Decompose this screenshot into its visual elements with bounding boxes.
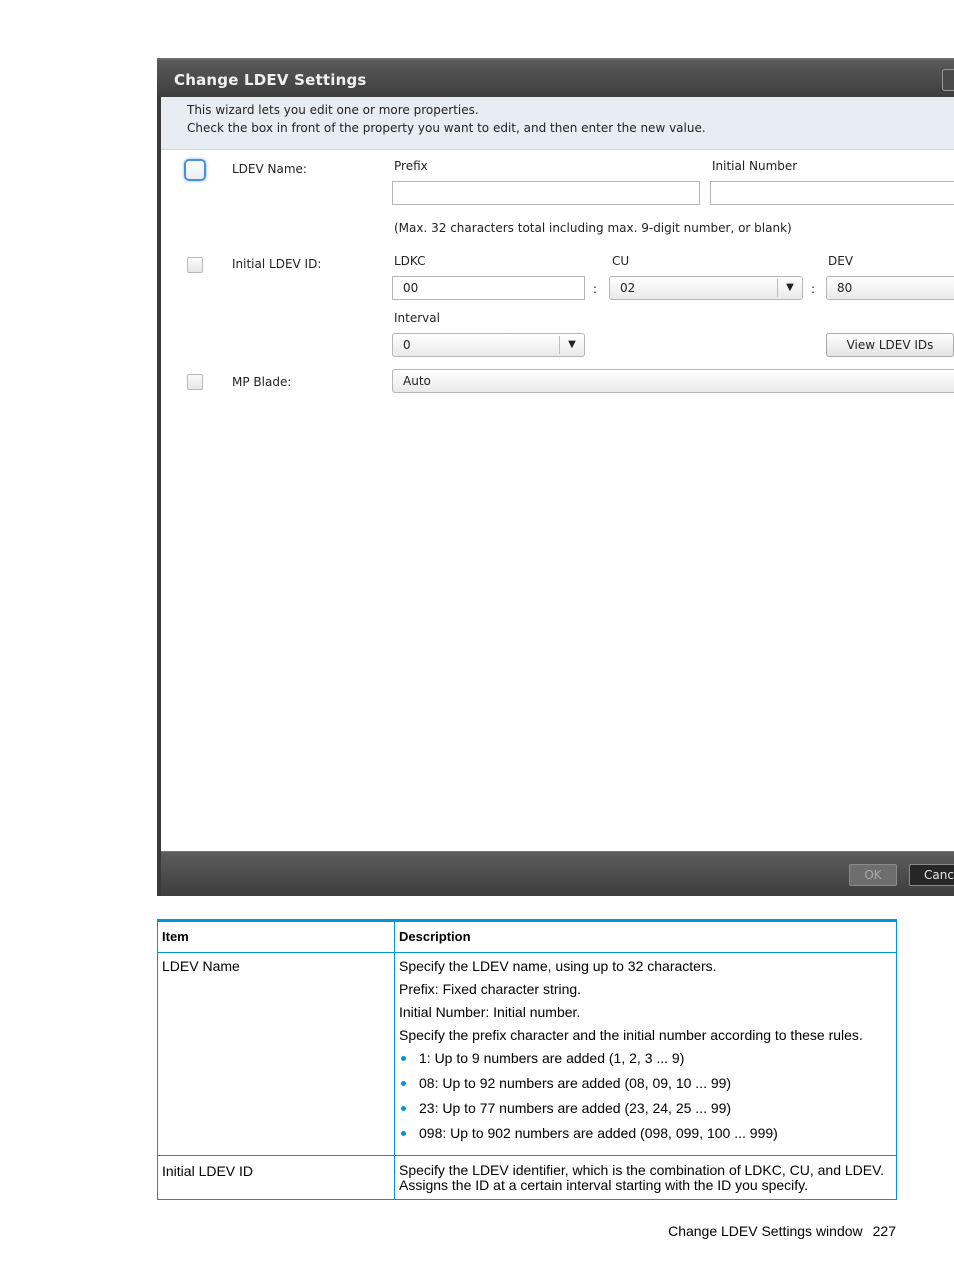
ldev-name-checkbox[interactable] bbox=[184, 159, 206, 181]
ldkc-cu-separator: : bbox=[593, 282, 598, 296]
dev-select-value: 80 bbox=[837, 281, 853, 295]
rules-list: 1: Up to 9 numbers are added (1, 2, 3 ..… bbox=[399, 1050, 892, 1141]
ldev-name-hint: (Max. 32 characters total including max.… bbox=[394, 221, 792, 235]
interval-select-value: 0 bbox=[403, 338, 411, 352]
description-paragraph: Initial Number: Initial number. bbox=[399, 1004, 581, 1020]
list-item: 098: Up to 902 numbers are added (098, 0… bbox=[399, 1125, 892, 1141]
description-paragraph: Specify the LDEV identifier, which is th… bbox=[399, 1162, 885, 1178]
ldkc-input[interactable]: 00 bbox=[392, 276, 585, 300]
row-description-initial-ldev-id: Specify the LDEV identifier, which is th… bbox=[394, 1155, 897, 1200]
initial-ldev-id-label: Initial LDEV ID: bbox=[232, 257, 322, 271]
row-item-initial-ldev-id: Initial LDEV ID bbox=[157, 1155, 395, 1200]
initial-ldev-id-checkbox[interactable] bbox=[187, 257, 203, 273]
prefix-label: Prefix bbox=[394, 159, 428, 173]
window-title: Change LDEV Settings bbox=[174, 71, 367, 89]
dev-select[interactable]: 80 bbox=[826, 276, 954, 300]
table-header-row: Item Description bbox=[157, 920, 897, 953]
description-paragraph: Specify the LDEV name, using up to 32 ch… bbox=[399, 958, 717, 974]
ldev-name-label: LDEV Name: bbox=[232, 162, 307, 176]
mp-blade-select[interactable]: Auto bbox=[392, 369, 954, 393]
description-paragraph: Assigns the ID at a certain interval sta… bbox=[399, 1177, 809, 1193]
ok-button[interactable]: OK bbox=[849, 864, 897, 886]
initial-number-input[interactable] bbox=[710, 181, 954, 205]
page-footer: Change LDEV Settings window 227 bbox=[668, 1223, 896, 1239]
chevron-down-icon[interactable]: ▼ bbox=[777, 279, 802, 297]
list-item: 23: Up to 77 numbers are added (23, 24, … bbox=[399, 1100, 892, 1116]
change-ldev-settings-window: Change LDEV Settings This wizard lets yo… bbox=[157, 58, 954, 896]
cu-select[interactable]: 02 ▼ bbox=[609, 276, 803, 300]
description-paragraph: Specify the prefix character and the ini… bbox=[399, 1027, 863, 1043]
mp-blade-select-value: Auto bbox=[403, 374, 431, 388]
cu-select-value: 02 bbox=[620, 281, 636, 295]
window-body: This wizard lets you edit one or more pr… bbox=[161, 97, 954, 851]
window-footer: OK Canc bbox=[161, 851, 954, 896]
description-table: Item Description LDEV Name Specify the L… bbox=[157, 919, 897, 1200]
description-paragraph: Prefix: Fixed character string. bbox=[399, 981, 582, 997]
window-title-bar: Change LDEV Settings bbox=[157, 58, 954, 97]
interval-select[interactable]: 0 ▼ bbox=[392, 333, 585, 357]
mp-blade-checkbox[interactable] bbox=[187, 374, 203, 390]
cu-label: CU bbox=[612, 254, 630, 268]
column-header-description: Description bbox=[394, 920, 897, 953]
wizard-intro: This wizard lets you edit one or more pr… bbox=[161, 97, 954, 150]
column-header-item: Item bbox=[157, 920, 395, 953]
list-item: 1: Up to 9 numbers are added (1, 2, 3 ..… bbox=[399, 1050, 892, 1066]
row-description-ldev-name: Specify the LDEV name, using up to 32 ch… bbox=[394, 952, 897, 1156]
mp-blade-label: MP Blade: bbox=[232, 375, 292, 389]
intro-line-1: This wizard lets you edit one or more pr… bbox=[187, 103, 479, 117]
initial-number-label: Initial Number bbox=[712, 159, 798, 173]
dev-label: DEV bbox=[828, 254, 854, 268]
table-row: Initial LDEV ID Specify the LDEV identif… bbox=[157, 1155, 897, 1200]
intro-line-2: Check the box in front of the property y… bbox=[187, 121, 706, 135]
interval-label: Interval bbox=[394, 311, 440, 325]
footer-title: Change LDEV Settings window bbox=[668, 1223, 863, 1239]
ldkc-label: LDKC bbox=[394, 254, 426, 268]
list-item: 08: Up to 92 numbers are added (08, 09, … bbox=[399, 1075, 892, 1091]
page-number: 227 bbox=[872, 1223, 896, 1239]
chevron-down-icon[interactable]: ▼ bbox=[559, 336, 584, 354]
prefix-input[interactable] bbox=[392, 181, 700, 205]
cancel-button[interactable]: Canc bbox=[909, 864, 954, 886]
table-row: LDEV Name Specify the LDEV name, using u… bbox=[157, 952, 897, 1156]
row-item-ldev-name: LDEV Name bbox=[157, 952, 395, 1156]
view-ldev-ids-button[interactable]: View LDEV IDs bbox=[826, 333, 954, 357]
window-close-icon[interactable] bbox=[942, 69, 954, 91]
cu-dev-separator: : bbox=[811, 282, 816, 296]
